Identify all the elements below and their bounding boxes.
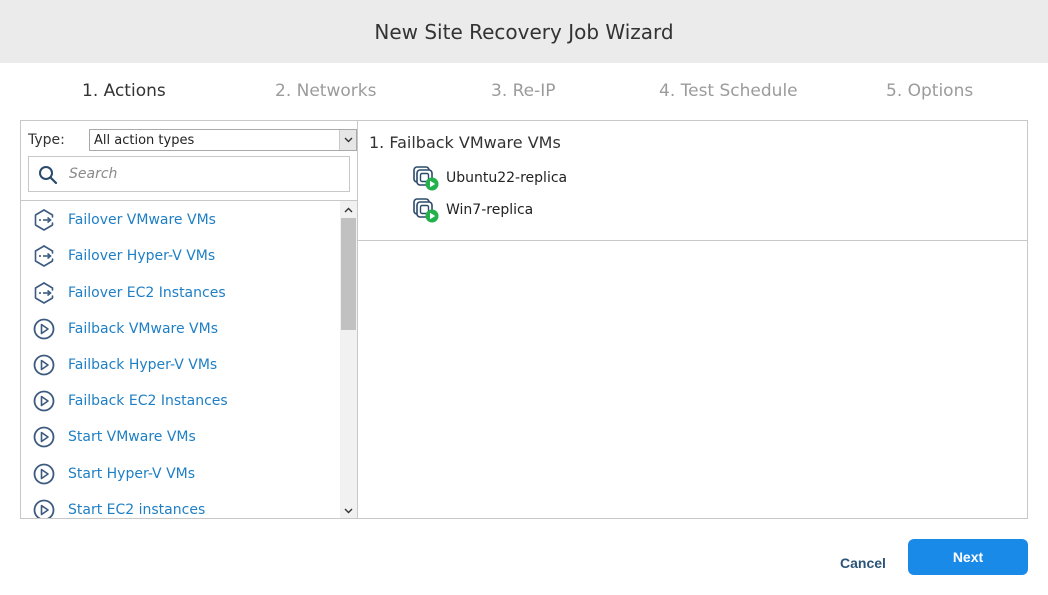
action-item-failover-vmware[interactable]: Failover VMware VMs <box>21 204 339 236</box>
action-label: Start Hyper-V VMs <box>68 466 196 482</box>
action-label: Failback VMware VMs <box>68 321 218 337</box>
vm-replica-running-icon <box>413 198 439 223</box>
wizard-title: New Site Recovery Job Wizard <box>374 19 674 44</box>
action-label: Start EC2 instances <box>68 502 206 518</box>
vm-replica-running-icon <box>413 166 439 191</box>
type-select[interactable]: All action types <box>89 129 357 151</box>
play-circle-icon <box>33 463 55 485</box>
type-filter-row: Type: All action types <box>28 129 357 151</box>
type-select-value: All action types <box>94 132 195 148</box>
play-circle-icon <box>33 499 55 518</box>
play-circle-icon <box>33 390 55 412</box>
search-box[interactable] <box>28 156 350 192</box>
action-list[interactable]: Failover VMware VMs Failover Hyper-V VMs… <box>21 200 357 518</box>
play-circle-icon <box>33 354 55 376</box>
failover-icon <box>34 245 54 267</box>
action-item-failback-ec2[interactable]: Failback EC2 Instances <box>21 385 339 417</box>
step-options[interactable]: 5. Options <box>886 81 973 101</box>
action-item-failback-vmware[interactable]: Failback VMware VMs <box>21 313 339 345</box>
action-item-start-hyperv[interactable]: Start Hyper-V VMs <box>21 458 339 490</box>
failover-icon <box>34 209 54 231</box>
actions-panel: Type: All action types Failover VMware V… <box>20 120 358 519</box>
vm-name: Win7-replica <box>446 202 534 218</box>
action-label: Start VMware VMs <box>68 429 196 445</box>
search-input[interactable] <box>69 163 339 185</box>
chevron-down-icon[interactable] <box>340 502 357 518</box>
chevron-up-icon[interactable] <box>340 201 357 218</box>
action-label: Failback Hyper-V VMs <box>68 357 218 373</box>
action-group-divider <box>358 240 1027 241</box>
next-button[interactable]: Next <box>908 539 1028 575</box>
action-label: Failback EC2 Instances <box>68 393 228 409</box>
chevron-down-icon[interactable] <box>339 130 356 150</box>
job-panel: 1. Failback VMware VMs Ubuntu22-replica … <box>357 120 1028 519</box>
scrollbar-thumb[interactable] <box>341 218 356 330</box>
action-item-failover-ec2[interactable]: Failover EC2 Instances <box>21 277 339 309</box>
action-item-failover-hyperv[interactable]: Failover Hyper-V VMs <box>21 240 339 272</box>
wizard-footer: Cancel Next <box>0 519 1048 595</box>
action-label: Failover VMware VMs <box>68 212 216 228</box>
action-group-title[interactable]: 1. Failback VMware VMs <box>369 133 561 152</box>
cancel-button[interactable]: Cancel <box>828 549 898 577</box>
action-item-start-vmware[interactable]: Start VMware VMs <box>21 421 339 453</box>
action-label: Failover Hyper-V VMs <box>68 248 216 264</box>
wizard-steps: 1. Actions 2. Networks 3. Re-IP 4. Test … <box>0 63 1048 118</box>
action-list-scrollbar[interactable] <box>340 201 357 518</box>
vm-name: Ubuntu22-replica <box>446 170 568 186</box>
action-item-failback-hyperv[interactable]: Failback Hyper-V VMs <box>21 349 339 381</box>
play-circle-icon <box>33 426 55 448</box>
action-item-start-ec2[interactable]: Start EC2 instances <box>21 494 339 518</box>
search-icon <box>39 166 58 185</box>
step-networks[interactable]: 2. Networks <box>275 81 376 101</box>
action-label: Failover EC2 Instances <box>68 285 226 301</box>
failover-icon <box>34 282 54 304</box>
type-label: Type: <box>28 132 65 148</box>
wizard-title-bar: New Site Recovery Job Wizard <box>0 0 1048 63</box>
step-test-schedule[interactable]: 4. Test Schedule <box>659 81 798 101</box>
step-actions[interactable]: 1. Actions <box>82 81 166 101</box>
step-re-ip[interactable]: 3. Re-IP <box>491 81 556 101</box>
play-circle-icon <box>33 318 55 340</box>
